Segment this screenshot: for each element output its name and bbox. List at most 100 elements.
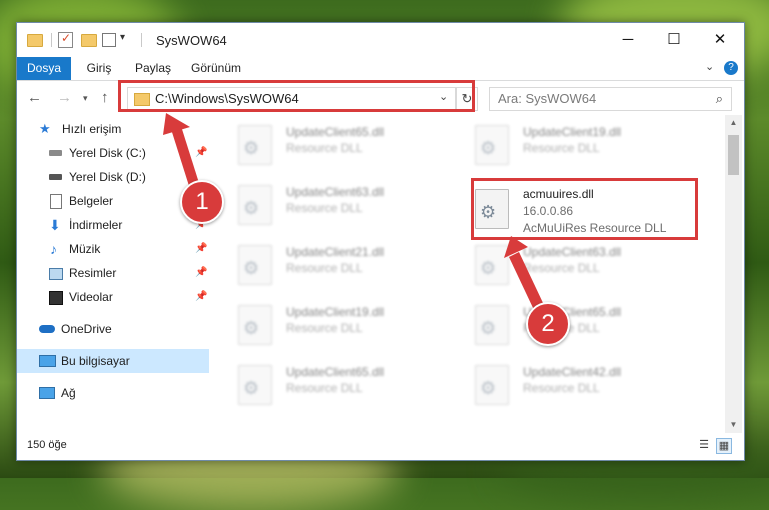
list-item[interactable]: ⚙ UpdateClient65.dll Resource DLL	[475, 303, 705, 347]
list-item[interactable]: ⚙ UpdateClient19.dll Resource DLL	[475, 123, 705, 167]
pin-icon[interactable]: 📌	[195, 141, 207, 165]
address-bar-highlight	[118, 80, 475, 112]
list-item[interactable]: ⚙ UpdateClient19.dll Resource DLL	[238, 303, 468, 347]
dll-file-icon: ⚙	[475, 245, 509, 285]
sidebar-item-resimler[interactable]: Resimler 📌	[17, 261, 209, 285]
file-description: Resource DLL	[286, 141, 363, 155]
file-description: Resource DLL	[286, 321, 363, 335]
step-badge-1: 1	[180, 180, 224, 224]
sidebar-item-onedrive[interactable]: OneDrive	[17, 317, 209, 341]
documents-icon	[50, 194, 62, 209]
search-placeholder: Ara: SysWOW64	[498, 91, 597, 106]
file-name: UpdateClient65.dll	[286, 125, 385, 139]
music-icon: ♪	[50, 241, 57, 257]
sidebar-item-local-disk-d[interactable]: Yerel Disk (D:)	[17, 165, 209, 189]
list-item[interactable]: ⚙ UpdateClient63.dll Resource DLL	[475, 243, 705, 287]
videos-icon	[49, 291, 63, 305]
back-arrow-icon[interactable]: ←	[27, 89, 42, 106]
close-button[interactable]: ✕	[697, 23, 743, 57]
recent-dropdown-icon[interactable]: ▾	[83, 93, 88, 104]
pin-icon[interactable]: 📌	[195, 285, 207, 309]
tiles-view-icon[interactable]: ▦	[716, 438, 732, 454]
gear-icon: ⚙	[243, 318, 260, 338]
toolbar-divider	[141, 33, 142, 47]
file-description: Resource DLL	[523, 141, 600, 155]
forward-arrow-icon[interactable]: →	[57, 89, 72, 106]
expand-ribbon-icon[interactable]: ⌄	[705, 60, 714, 73]
up-arrow-icon[interactable]: ↑	[101, 89, 109, 106]
file-name: UpdateClient63.dll	[523, 245, 622, 259]
gear-icon: ⚙	[480, 378, 497, 398]
sidebar-item-bu-bilgisayar[interactable]: Bu bilgisayar	[17, 349, 209, 373]
vertical-scrollbar[interactable]: ▲ ▼	[725, 115, 742, 433]
sidebar-item-label: Videolar	[69, 290, 113, 304]
help-icon[interactable]: ?	[724, 61, 738, 75]
gear-icon: ⚙	[243, 378, 260, 398]
new-folder-icon[interactable]	[81, 34, 97, 47]
pictures-icon	[49, 268, 63, 280]
sidebar-item-label: OneDrive	[61, 322, 112, 336]
dll-file-icon: ⚙	[475, 125, 509, 165]
window-title: SysWOW64	[156, 33, 227, 48]
status-bar: 150 öğe ☰ ▦	[17, 433, 744, 460]
file-name: UpdateClient42.dll	[523, 365, 622, 379]
drive-icon	[49, 150, 62, 156]
file-description: Resource DLL	[286, 261, 363, 275]
item-count: 150 öğe	[27, 439, 67, 451]
search-icon[interactable]: ⌕	[716, 91, 723, 107]
dll-file-icon: ⚙	[475, 365, 509, 405]
gear-icon: ⚙	[480, 258, 497, 278]
list-item[interactable]: ⚙ UpdateClient65.dll Resource DLL	[238, 123, 468, 167]
minimize-button[interactable]: ─	[605, 23, 651, 57]
tab-giris[interactable]: Giriş	[77, 57, 121, 80]
scroll-up-icon[interactable]: ▲	[725, 115, 742, 131]
file-name: UpdateClient65.dll	[286, 365, 385, 379]
tab-paylas[interactable]: Paylaş	[127, 57, 179, 80]
sidebar-item-muzik[interactable]: ♪ Müzik 📌	[17, 237, 209, 261]
gear-icon: ⚙	[480, 318, 497, 338]
sidebar-item-quick-access[interactable]: ★ Hızlı erişim	[17, 117, 209, 141]
sidebar-item-label: Resimler	[69, 266, 117, 280]
file-name: UpdateClient21.dll	[286, 245, 385, 259]
maximize-button[interactable]: ☐	[651, 23, 697, 57]
sidebar-item-label: Hızlı erişim	[62, 122, 122, 136]
sidebar-item-videolar[interactable]: Videolar 📌	[17, 285, 209, 309]
details-view-icon[interactable]: ☰	[697, 438, 711, 452]
pin-icon[interactable]: 📌	[195, 237, 207, 261]
pin-icon[interactable]: 📌	[195, 261, 207, 285]
dll-file-icon: ⚙	[238, 305, 272, 345]
scrollbar-thumb[interactable]	[728, 135, 739, 175]
file-name: UpdateClient63.dll	[286, 185, 385, 199]
folder-icon	[27, 34, 43, 47]
download-icon: ⬇	[49, 217, 61, 233]
toolbar-divider	[51, 33, 52, 47]
sidebar-item-label: Bu bilgisayar	[61, 354, 130, 368]
list-item[interactable]: ⚙ UpdateClient65.dll Resource DLL	[238, 363, 468, 407]
sidebar-item-local-disk-c[interactable]: Yerel Disk (C:) 📌	[17, 141, 209, 165]
star-icon: ★	[39, 121, 51, 136]
file-description: Resource DLL	[523, 381, 600, 395]
sidebar-item-label: İndirmeler	[69, 218, 123, 232]
file-description: Resource DLL	[286, 201, 363, 215]
file-description: Resource DLL	[523, 261, 600, 275]
gear-icon: ⚙	[243, 198, 260, 218]
list-item[interactable]: ⚙ UpdateClient21.dll Resource DLL	[238, 243, 468, 287]
tab-dosya[interactable]: Dosya	[17, 57, 71, 80]
tab-gorunum[interactable]: Görünüm	[185, 57, 247, 80]
navigation-pane: ★ Hızlı erişim Yerel Disk (C:) 📌 Yerel D…	[17, 115, 209, 433]
file-highlight	[471, 178, 698, 240]
list-item[interactable]: ⚙ UpdateClient63.dll Resource DLL	[238, 183, 468, 227]
sidebar-item-ag[interactable]: Ağ	[17, 381, 209, 405]
sidebar-item-indirmeler[interactable]: ⬇ İndirmeler 📌	[17, 213, 209, 237]
cloud-icon	[39, 325, 55, 333]
list-item[interactable]: ⚙ UpdateClient42.dll Resource DLL	[475, 363, 705, 407]
dll-file-icon: ⚙	[238, 245, 272, 285]
scroll-down-icon[interactable]: ▼	[725, 417, 742, 433]
customize-dropdown-icon[interactable]: ▾	[120, 32, 125, 48]
sidebar-item-label: Yerel Disk (D:)	[69, 170, 146, 184]
file-list: ⚙ UpdateClient65.dll Resource DLL ⚙ Upda…	[210, 115, 725, 433]
properties-icon[interactable]: ✓	[58, 31, 73, 48]
gear-icon: ⚙	[243, 138, 260, 158]
search-input[interactable]: Ara: SysWOW64 ⌕	[489, 87, 732, 111]
view-options-icon[interactable]	[102, 33, 116, 47]
